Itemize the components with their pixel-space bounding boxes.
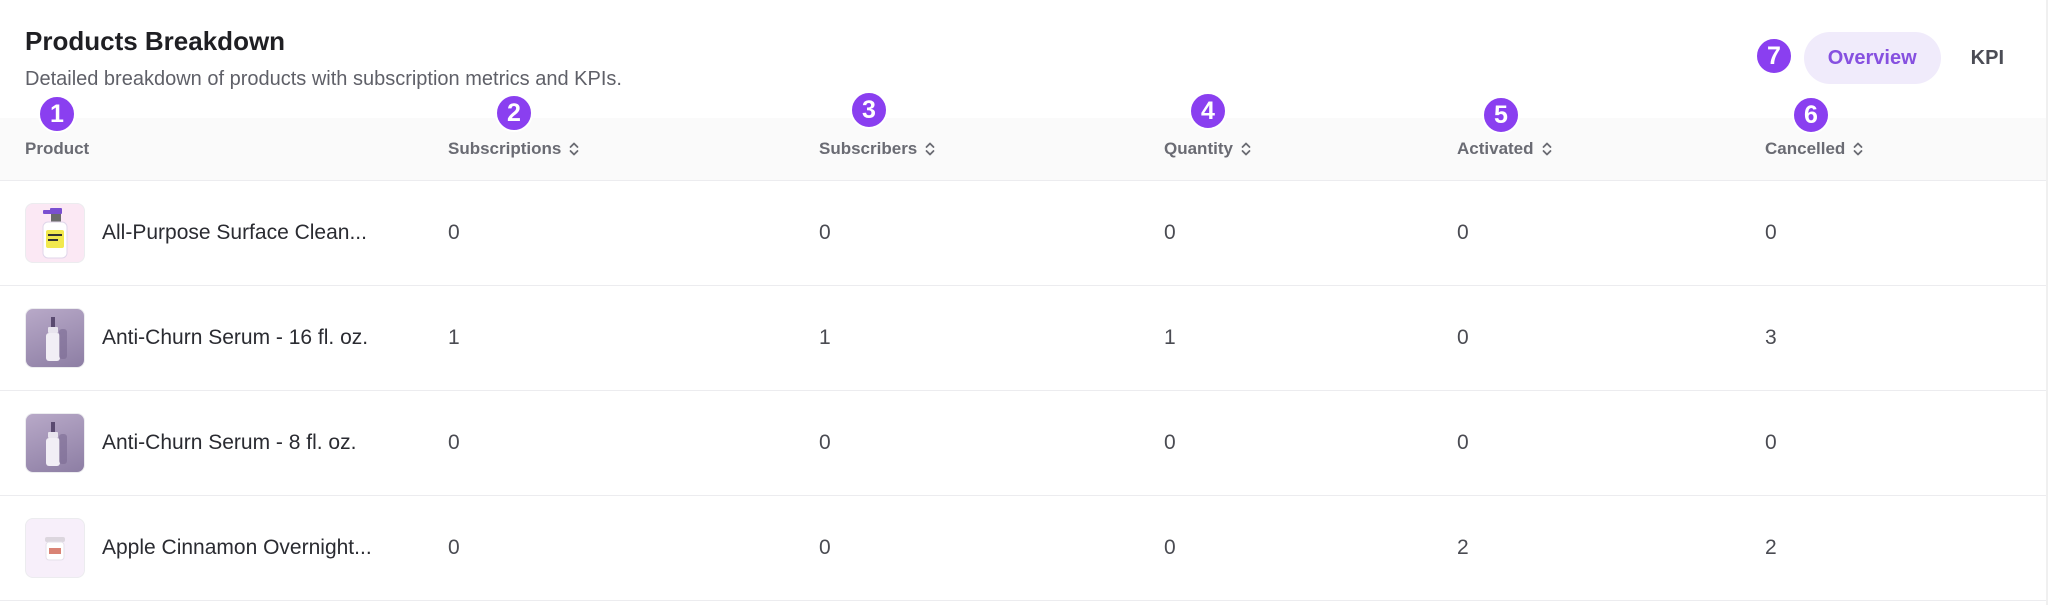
subscriptions-value: 0 bbox=[448, 536, 460, 559]
subscriptions-value: 0 bbox=[448, 221, 460, 244]
product-cell: Anti-Churn Serum - 16 fl. oz. bbox=[25, 286, 368, 390]
annotation-marker-2: 2 bbox=[495, 94, 533, 132]
page-title: Products Breakdown bbox=[25, 26, 286, 56]
cancelled-value: 0 bbox=[1765, 221, 1777, 244]
activated-value: 0 bbox=[1457, 431, 1469, 454]
quantity-value: 0 bbox=[1164, 221, 1176, 244]
cancelled-value: 3 bbox=[1765, 326, 1777, 349]
column-header-subscribers[interactable]: Subscribers bbox=[819, 118, 935, 180]
column-header-label: Activated bbox=[1457, 139, 1534, 158]
column-header-label: Subscribers bbox=[819, 139, 918, 158]
subscribers-value: 0 bbox=[819, 536, 831, 559]
annotation-marker-5: 5 bbox=[1482, 96, 1520, 134]
subscribers-value: 0 bbox=[819, 221, 831, 244]
quantity-value: 0 bbox=[1164, 431, 1176, 454]
cancelled-value: 0 bbox=[1765, 431, 1777, 454]
cancelled-value: 2 bbox=[1765, 536, 1777, 559]
activated-value: 0 bbox=[1457, 221, 1469, 244]
subscribers-value: 0 bbox=[819, 431, 831, 454]
serum-bottle-image bbox=[25, 308, 85, 368]
view-toggle: Overview KPI bbox=[1803, 32, 2028, 84]
products-breakdown-card: Products Breakdown Detailed breakdown of… bbox=[0, 0, 2048, 605]
sort-icon[interactable] bbox=[1241, 140, 1251, 158]
table-row[interactable]: Apple Cinnamon Overnight... 0 0 0 2 2 bbox=[0, 496, 2046, 601]
product-name[interactable]: All-Purpose Surface Clean... bbox=[102, 221, 367, 245]
product-cell: Apple Cinnamon Overnight... bbox=[25, 496, 372, 600]
annotation-marker-3: 3 bbox=[850, 91, 888, 129]
sort-icon[interactable] bbox=[925, 140, 935, 158]
product-name[interactable]: Anti-Churn Serum - 8 fl. oz. bbox=[102, 431, 356, 455]
quantity-value: 1 bbox=[1164, 326, 1176, 349]
column-header-label: Quantity bbox=[1164, 139, 1233, 158]
table-row[interactable]: Anti-Churn Serum - 8 fl. oz. 0 0 0 0 0 bbox=[0, 391, 2046, 496]
table-header: Product Subscriptions Subscribers Quanti… bbox=[0, 118, 2046, 181]
subscribers-value: 1 bbox=[819, 326, 831, 349]
tab-overview[interactable]: Overview bbox=[1803, 32, 1941, 84]
table-row[interactable]: All-Purpose Surface Clean... 0 0 0 0 0 bbox=[0, 181, 2046, 286]
activated-value: 0 bbox=[1457, 326, 1469, 349]
column-header-label: Subscriptions bbox=[448, 139, 562, 158]
product-cell: Anti-Churn Serum - 8 fl. oz. bbox=[25, 391, 356, 495]
column-header-label: Cancelled bbox=[1765, 139, 1846, 158]
annotation-marker-7: 7 bbox=[1755, 37, 1793, 75]
products-breakdown-page: Products Breakdown Detailed breakdown of… bbox=[0, 0, 2048, 605]
serum-bottle-image bbox=[25, 413, 85, 473]
sort-icon[interactable] bbox=[569, 140, 579, 158]
annotation-marker-4: 4 bbox=[1189, 92, 1227, 130]
annotation-marker-6: 6 bbox=[1792, 96, 1830, 134]
sort-icon[interactable] bbox=[1542, 140, 1552, 158]
subscriptions-value: 1 bbox=[448, 326, 460, 349]
tab-kpi[interactable]: KPI bbox=[1947, 32, 2028, 84]
spray-bottle-image bbox=[25, 203, 85, 263]
column-header-label: Product bbox=[25, 139, 90, 158]
product-cell: All-Purpose Surface Clean... bbox=[25, 181, 367, 285]
sort-icon[interactable] bbox=[1853, 140, 1863, 158]
subscriptions-value: 0 bbox=[448, 431, 460, 454]
table-row[interactable]: Anti-Churn Serum - 16 fl. oz. 1 1 1 0 3 bbox=[0, 286, 2046, 391]
product-name[interactable]: Apple Cinnamon Overnight... bbox=[102, 536, 372, 560]
product-name[interactable]: Anti-Churn Serum - 16 fl. oz. bbox=[102, 326, 368, 350]
annotation-marker-1: 1 bbox=[38, 95, 76, 133]
activated-value: 2 bbox=[1457, 536, 1469, 559]
quantity-value: 0 bbox=[1164, 536, 1176, 559]
page-subtitle: Detailed breakdown of products with subs… bbox=[25, 68, 622, 90]
oats-jar-image bbox=[25, 518, 85, 578]
